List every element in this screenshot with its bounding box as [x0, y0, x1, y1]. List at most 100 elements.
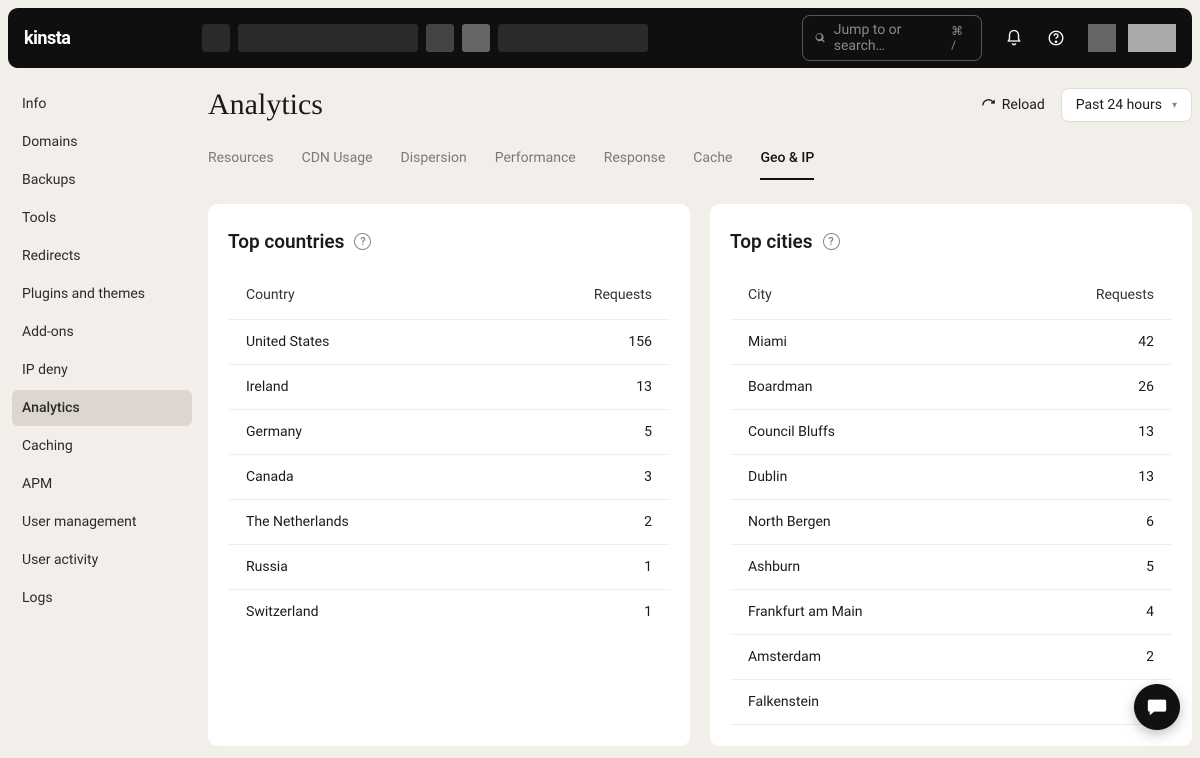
topbar-block [1088, 24, 1116, 52]
cell-requests: 2 [491, 500, 670, 545]
sidebar-item-user-activity[interactable]: User activity [12, 542, 192, 578]
topbar: kinsta Jump to or search… ⌘ / [8, 8, 1192, 68]
cell-requests: 4 [1002, 590, 1172, 635]
table-row: Ireland13 [228, 365, 670, 410]
cell-name: United States [228, 320, 491, 365]
table-row: Frankfurt am Main4 [730, 590, 1172, 635]
topbar-block [426, 24, 454, 52]
cell-requests: 26 [1002, 365, 1172, 410]
table-row: Miami42 [730, 320, 1172, 365]
cell-name: Miami [730, 320, 1002, 365]
cell-requests: 6 [1002, 500, 1172, 545]
table-row: Ashburn5 [730, 545, 1172, 590]
col-requests: Requests [491, 271, 670, 320]
table-row: Dublin13 [730, 455, 1172, 500]
table-row: Falkenstein1 [730, 680, 1172, 725]
cell-name: Ashburn [730, 545, 1002, 590]
sidebar-item-backups[interactable]: Backups [12, 162, 192, 198]
chat-launcher[interactable] [1134, 684, 1180, 730]
card-title-cities: Top cities [730, 230, 813, 253]
cell-name: The Netherlands [228, 500, 491, 545]
cell-name: Canada [228, 455, 491, 500]
tab-resources[interactable]: Resources [208, 150, 274, 180]
topbar-block [238, 24, 418, 52]
brand-logo[interactable]: kinsta [24, 28, 70, 49]
sidebar-item-ip-deny[interactable]: IP deny [12, 352, 192, 388]
sidebar-item-analytics[interactable]: Analytics [12, 390, 192, 426]
col-requests: Requests [1002, 271, 1172, 320]
cell-requests: 5 [491, 410, 670, 455]
search-icon [815, 32, 826, 44]
table-row: North Bergen6 [730, 500, 1172, 545]
cell-requests: 13 [1002, 455, 1172, 500]
sidebar-item-tools[interactable]: Tools [12, 200, 192, 236]
reload-icon [981, 98, 996, 113]
table-row: Russia1 [228, 545, 670, 590]
tabs: Resources CDN Usage Dispersion Performance R… [208, 150, 1192, 180]
cell-name: Moscow [730, 725, 1002, 727]
reload-button[interactable]: Reload [981, 97, 1045, 113]
tab-response[interactable]: Response [604, 150, 666, 180]
search-placeholder: Jump to or search… [834, 22, 943, 54]
search-input[interactable]: Jump to or search… ⌘ / [802, 15, 982, 61]
sidebar: InfoDomainsBackupsToolsRedirectsPlugins … [0, 76, 200, 750]
table-row: Amsterdam2 [730, 635, 1172, 680]
tab-cache[interactable]: Cache [693, 150, 732, 180]
page-title: Analytics [208, 88, 323, 122]
table-row: The Netherlands2 [228, 500, 670, 545]
cell-requests: 3 [491, 455, 670, 500]
cell-requests: 13 [1002, 410, 1172, 455]
sidebar-item-logs[interactable]: Logs [12, 580, 192, 616]
cell-requests: 1 [491, 590, 670, 635]
col-country: Country [228, 271, 491, 320]
cell-requests: 42 [1002, 320, 1172, 365]
search-kbd: ⌘ / [951, 24, 969, 52]
help-icon[interactable]: ? [354, 233, 371, 250]
sidebar-item-domains[interactable]: Domains [12, 124, 192, 160]
avatar[interactable] [1128, 24, 1176, 52]
timerange-select[interactable]: Past 24 hours ▾ [1061, 88, 1192, 122]
topbar-block [462, 24, 490, 52]
table-row: Canada3 [228, 455, 670, 500]
cell-name: Falkenstein [730, 680, 1002, 725]
tab-cdn-usage[interactable]: CDN Usage [302, 150, 373, 180]
cell-name: Council Bluffs [730, 410, 1002, 455]
help-icon[interactable] [1046, 28, 1066, 48]
tab-performance[interactable]: Performance [495, 150, 576, 180]
top-cities-card: Top cities ? City Requests Miami42Boardm… [710, 204, 1192, 746]
sidebar-item-caching[interactable]: Caching [12, 428, 192, 464]
cell-name: Ireland [228, 365, 491, 410]
cell-name: Russia [228, 545, 491, 590]
sidebar-item-add-ons[interactable]: Add-ons [12, 314, 192, 350]
tab-geo-ip[interactable]: Geo & IP [760, 150, 814, 180]
cell-name: Boardman [730, 365, 1002, 410]
table-row: Germany5 [228, 410, 670, 455]
topbar-block [202, 24, 230, 52]
cell-requests: 2 [1002, 635, 1172, 680]
sidebar-item-plugins-and-themes[interactable]: Plugins and themes [12, 276, 192, 312]
countries-table: Country Requests United States156Ireland… [228, 271, 670, 634]
table-row: Boardman26 [730, 365, 1172, 410]
reload-label: Reload [1002, 97, 1045, 113]
page-header: Analytics Reload Past 24 hours ▾ [208, 88, 1192, 122]
topbar-nav-placeholder [202, 24, 790, 52]
card-title-countries: Top countries [228, 230, 344, 253]
cell-name: Germany [228, 410, 491, 455]
table-row: Council Bluffs13 [730, 410, 1172, 455]
cell-name: Dublin [730, 455, 1002, 500]
cell-requests: 156 [491, 320, 670, 365]
cell-requests: 1 [491, 545, 670, 590]
help-icon[interactable]: ? [823, 233, 840, 250]
tab-dispersion[interactable]: Dispersion [401, 150, 467, 180]
cell-name: Switzerland [228, 590, 491, 635]
cell-name: North Bergen [730, 500, 1002, 545]
sidebar-item-info[interactable]: Info [12, 86, 192, 122]
table-row: United States156 [228, 320, 670, 365]
chevron-down-icon: ▾ [1172, 100, 1177, 111]
sidebar-item-apm[interactable]: APM [12, 466, 192, 502]
sidebar-item-redirects[interactable]: Redirects [12, 238, 192, 274]
sidebar-item-user-management[interactable]: User management [12, 504, 192, 540]
cell-requests: 13 [491, 365, 670, 410]
bell-icon[interactable] [1004, 28, 1024, 48]
table-row: Switzerland1 [228, 590, 670, 635]
